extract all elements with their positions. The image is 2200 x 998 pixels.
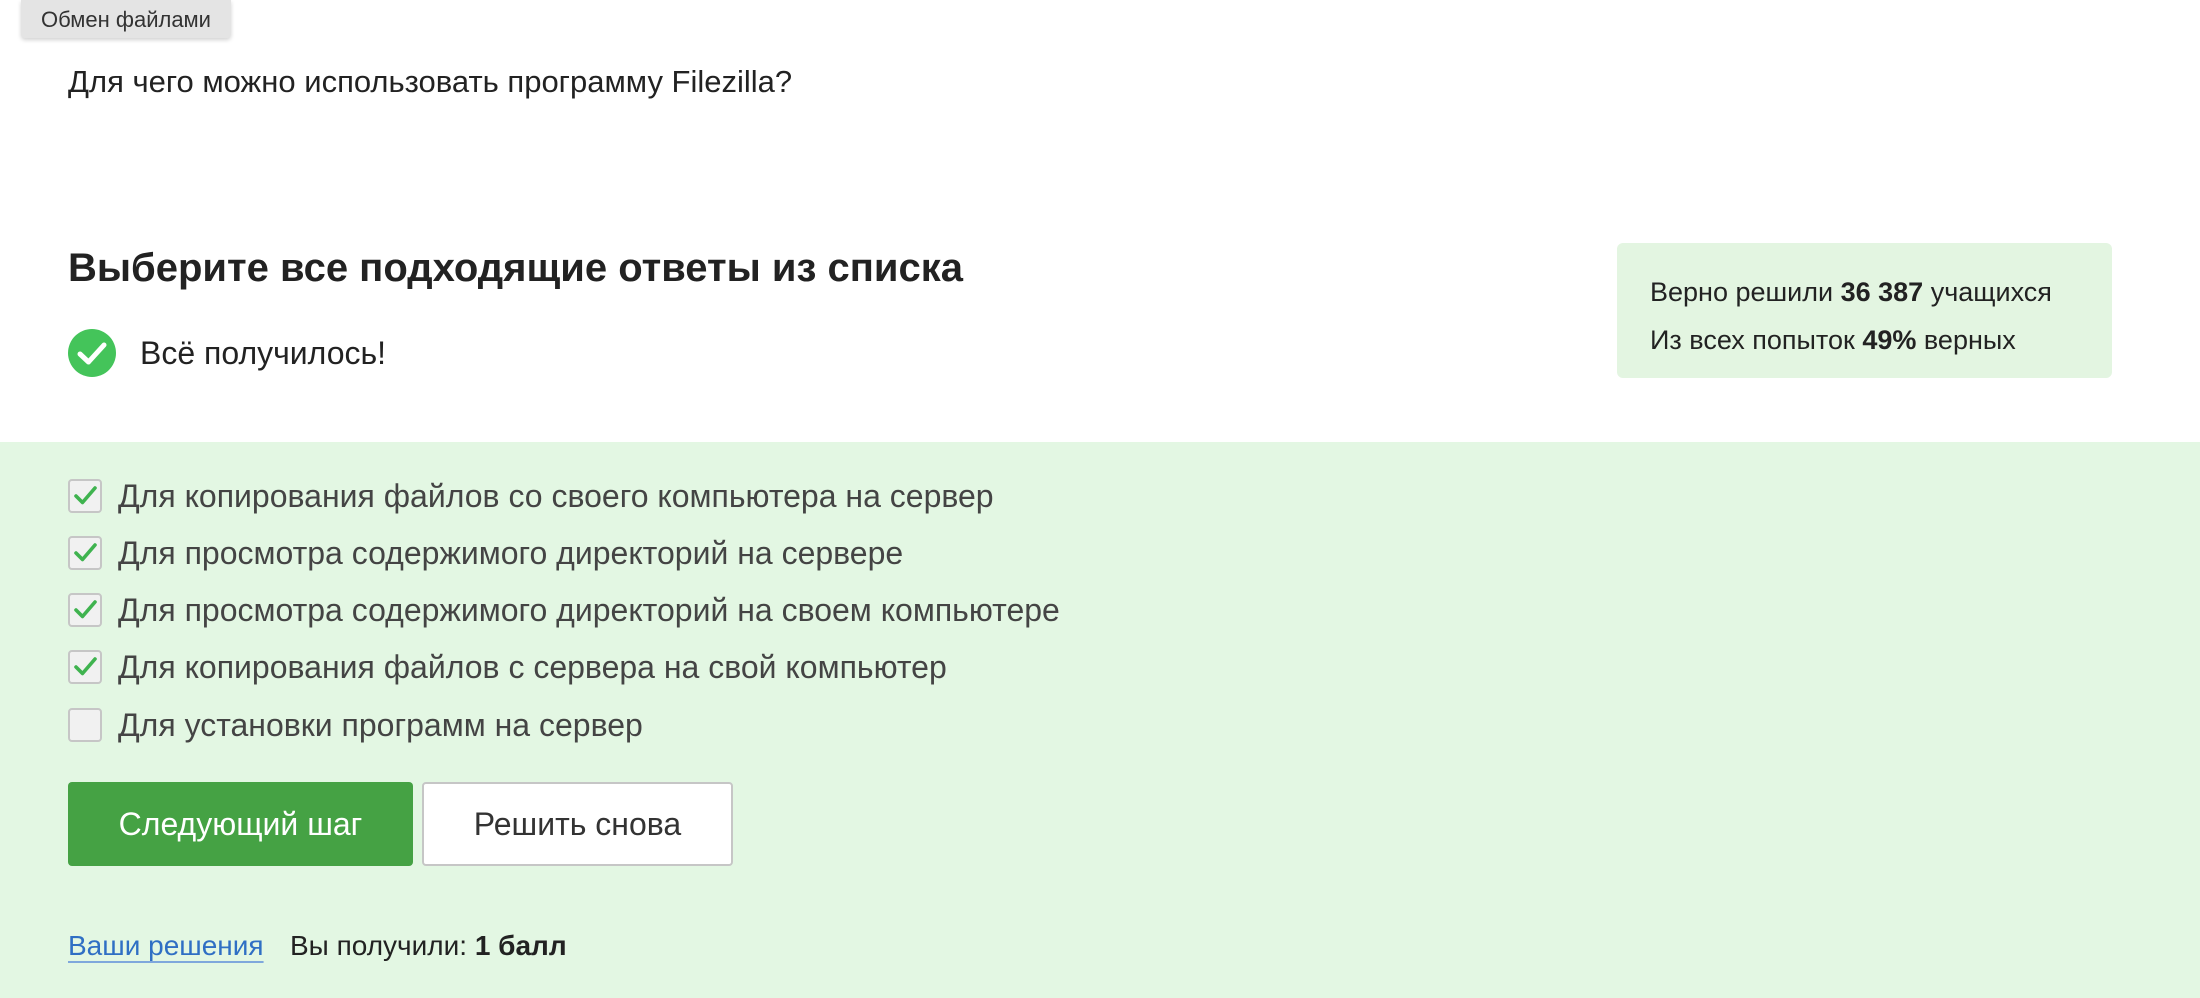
option-label: Для копирования файлов со своего компьют… <box>118 477 994 514</box>
next-step-button[interactable]: Следующий шаг <box>68 782 413 866</box>
stats-solved-suffix: учащихся <box>1930 277 2052 307</box>
option-2[interactable]: Для просмотра содержимого директорий на … <box>68 535 903 571</box>
option-4[interactable]: Для копирования файлов с сервера на свой… <box>68 649 947 685</box>
stats-box: Верно решили 36 387 учащихся Из всех поп… <box>1617 243 2112 378</box>
option-label: Для копирования файлов с сервера на свой… <box>118 648 947 685</box>
result-text: Всё получилось! <box>140 334 387 371</box>
stats-attempts-prefix: Из всех попыток <box>1650 325 1855 355</box>
score-value: 1 балл <box>474 930 567 961</box>
option-checkbox[interactable] <box>68 593 102 627</box>
quiz-page: Обмен файлами Для чего можно использоват… <box>0 0 2200 998</box>
stats-attempts-percent: 49% <box>1862 325 1917 355</box>
option-checkbox[interactable] <box>68 479 102 513</box>
option-label: Для просмотра содержимого директорий на … <box>118 591 1060 628</box>
your-solutions-link[interactable]: Ваши решения <box>68 930 264 962</box>
checkmark-icon <box>74 486 97 505</box>
option-checkbox[interactable] <box>68 708 102 742</box>
score-prefix: Вы получили: <box>290 930 468 961</box>
stats-solved-count: 36 387 <box>1840 277 1924 307</box>
stats-attempts-line: Из всех попыток 49% верных <box>1650 316 2112 364</box>
option-checkbox[interactable] <box>68 536 102 570</box>
option-1[interactable]: Для копирования файлов со своего компьют… <box>68 478 994 514</box>
stats-attempts-suffix: верных <box>1923 325 2016 355</box>
tag-tooltip: Обмен файлами <box>21 0 231 38</box>
option-5[interactable]: Для установки программ на сервер <box>68 707 643 743</box>
checkmark-icon <box>74 657 97 676</box>
instruction-heading: Выберите все подходящие ответы из списка <box>68 246 963 290</box>
option-checkbox[interactable] <box>68 650 102 684</box>
solve-again-button[interactable]: Решить снова <box>422 782 733 866</box>
question-text: Для чего можно использовать программу Fi… <box>68 64 793 99</box>
score-text: Вы получили: 1 балл <box>290 930 567 962</box>
option-label: Для установки программ на сервер <box>118 706 643 743</box>
checkmark-icon <box>74 543 97 562</box>
stats-solved-prefix: Верно решили <box>1650 277 1834 307</box>
check-circle-icon <box>68 329 116 377</box>
checkmark-icon <box>74 600 97 619</box>
option-label: Для просмотра содержимого директорий на … <box>118 534 904 571</box>
result-message: Всё получилось! <box>68 329 386 377</box>
stats-solved-line: Верно решили 36 387 учащихся <box>1650 268 2112 316</box>
option-3[interactable]: Для просмотра содержимого директорий на … <box>68 592 1060 628</box>
